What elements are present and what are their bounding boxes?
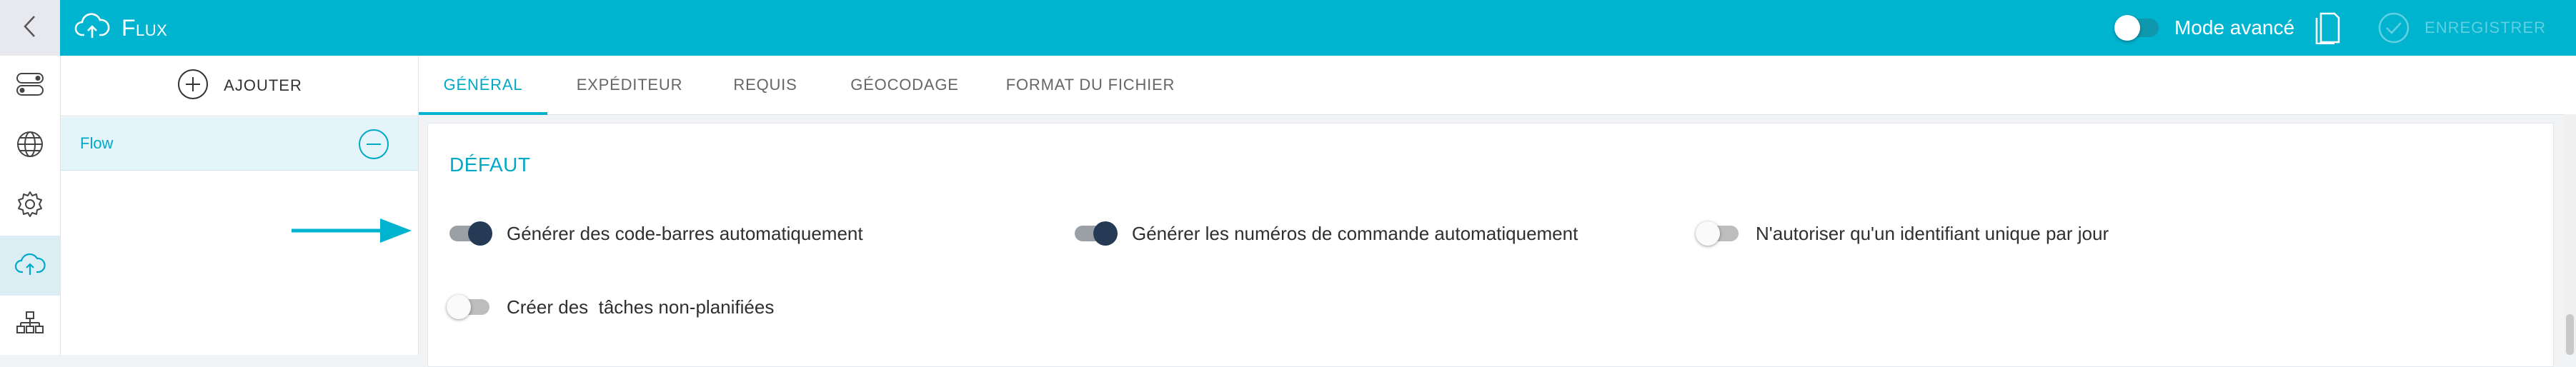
globe-icon — [15, 129, 45, 163]
rail-item-flux[interactable] — [0, 236, 60, 296]
generate-barcodes-toggle[interactable] — [449, 221, 492, 246]
rail-item-globe[interactable] — [0, 116, 60, 176]
toolbar: Mode avancé ENREGISTRER — [2114, 0, 2576, 56]
tab-requis[interactable]: REQUIS — [712, 56, 819, 114]
option-unique-identifier-per-day: N'autoriser qu'un identifiant unique par… — [1696, 219, 2109, 248]
tab-geocodage[interactable]: GÉOCODAGE — [833, 56, 976, 114]
cloud-upload-icon — [14, 251, 46, 281]
option-label: Créer des tâches non-planifiées — [507, 296, 775, 318]
option-generate-barcodes: Générer des code-barres automatiquement — [449, 219, 863, 248]
list-item-label: Flow — [80, 134, 114, 152]
option-label: Générer les numéros de commande automati… — [1132, 222, 1578, 244]
rail-item-settings[interactable] — [0, 176, 60, 236]
advanced-mode-toggle[interactable] — [2114, 15, 2159, 41]
option-label: N'autoriser qu'un identifiant unique par… — [1756, 222, 2109, 244]
toggles-icon — [15, 69, 45, 103]
tab-bar: GÉNÉRAL EXPÉDITEUR REQUIS GÉOCODAGE FORM… — [419, 56, 2576, 115]
check-circle-icon[interactable] — [2377, 11, 2410, 44]
save-button[interactable]: ENREGISTRER — [2425, 19, 2546, 37]
unplanned-tasks-toggle[interactable] — [447, 295, 489, 319]
unique-identifier-toggle[interactable] — [1696, 221, 1739, 246]
tab-expediteur[interactable]: EXPÉDITEUR — [562, 56, 697, 114]
list-item[interactable]: Flow — [61, 117, 418, 171]
add-label: AJOUTER — [224, 76, 302, 94]
scrollbar-thumb[interactable] — [2566, 314, 2574, 355]
side-rail — [0, 56, 61, 355]
tab-general[interactable]: GÉNÉRAL — [419, 56, 547, 115]
cloud-upload-icon — [74, 12, 110, 44]
minus-circle-icon[interactable] — [357, 128, 390, 164]
top-bar: Flux Mode avancé ENREGISTRER — [0, 0, 2576, 56]
back-button[interactable] — [0, 0, 60, 56]
gear-icon — [15, 189, 45, 223]
option-create-unplanned-tasks: Créer des tâches non-planifiées — [447, 293, 775, 321]
add-button[interactable]: AJOUTER — [61, 56, 418, 116]
settings-card: DÉFAUT Générer des code-barres automatiq… — [427, 123, 2554, 367]
option-generate-order-numbers: Générer les numéros de commande automati… — [1075, 219, 1578, 248]
document-icon[interactable] — [2314, 11, 2340, 44]
rail-item-hierarchy[interactable] — [0, 296, 60, 356]
plus-circle-icon — [176, 68, 209, 104]
tab-format-du-fichier[interactable]: FORMAT DU FICHIER — [990, 56, 1190, 114]
arrow-right-icon — [292, 214, 413, 251]
app-title: Flux — [121, 14, 168, 41]
flow-list-panel: AJOUTER Flow — [61, 56, 419, 355]
chevron-left-icon — [19, 14, 41, 42]
hierarchy-icon — [15, 309, 45, 343]
option-label: Générer des code-barres automatiquement — [507, 222, 863, 244]
rail-item-toggles[interactable] — [0, 56, 60, 116]
app-header: Flux — [74, 0, 167, 56]
section-title: DÉFAUT — [449, 154, 531, 176]
advanced-mode-label: Mode avancé — [2174, 16, 2295, 39]
generate-order-numbers-toggle[interactable] — [1075, 221, 1118, 246]
